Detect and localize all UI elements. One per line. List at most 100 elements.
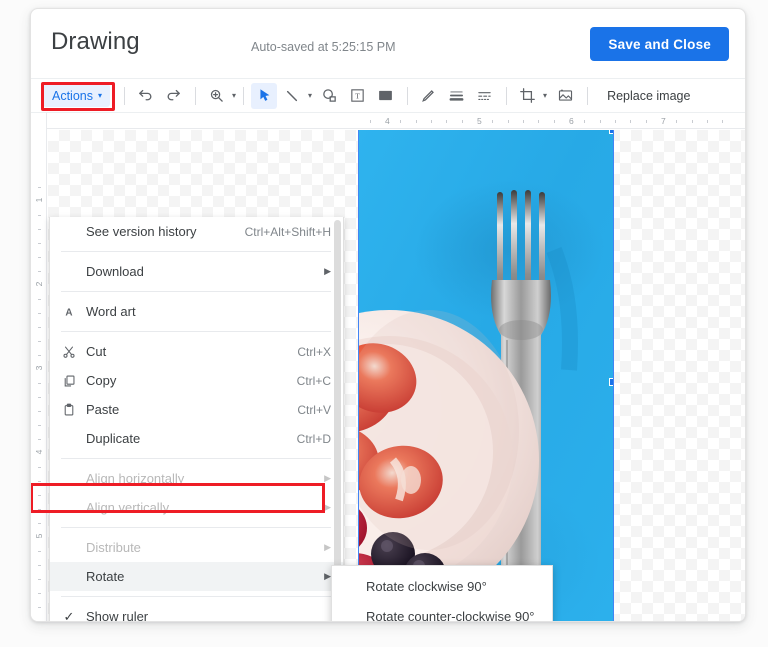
ruler-tick <box>38 523 41 524</box>
ruler-tick <box>38 439 41 440</box>
ruler-tick <box>431 120 432 123</box>
ruler-tick <box>38 299 41 300</box>
resize-handle-top-right[interactable] <box>609 130 613 134</box>
submenu-arrow-icon: ▶ <box>324 473 331 483</box>
vertical-ruler[interactable]: 1 2 3 4 5 <box>31 113 47 621</box>
menu-shortcut: Ctrl+V <box>297 402 331 417</box>
save-and-close-button[interactable]: Save and Close <box>590 27 729 61</box>
work-area: 45678 12345 <box>31 113 745 622</box>
submenu-arrow-icon: ▶ <box>324 542 331 552</box>
ruler-tick <box>400 120 402 123</box>
menu-label: Copy <box>86 373 117 388</box>
zoom-chevron-down-icon[interactable]: ▾ <box>232 91 236 100</box>
ruler-tick <box>38 481 41 482</box>
line-weight-icon[interactable] <box>443 83 469 109</box>
menu-label: Rotate counter-clockwise 90° <box>366 608 535 622</box>
menu-label: Align vertically <box>86 500 170 515</box>
actions-label: Actions <box>52 88 93 103</box>
mask-image-icon[interactable] <box>552 83 578 109</box>
menu-item-align-vertically: Align vertically ▶ <box>50 493 343 522</box>
horizontal-ruler[interactable]: 45678 <box>31 113 745 129</box>
ruler-tick <box>38 579 41 580</box>
ruler-tick <box>553 120 555 123</box>
ruler-tick <box>507 120 509 123</box>
menu-item-rotate-clockwise[interactable]: Rotate clockwise 90° <box>332 571 552 601</box>
toolbar-divider <box>407 86 409 105</box>
page-title: Drawing <box>51 28 140 55</box>
menu-item-cut[interactable]: Cut Ctrl+X <box>50 337 343 366</box>
crop-chevron-down-icon[interactable]: ▾ <box>543 91 547 100</box>
replace-image-button[interactable]: Replace image <box>601 89 696 103</box>
menu-divider <box>61 331 331 332</box>
menu-item-rotate-counter-clockwise[interactable]: Rotate counter-clockwise 90° <box>332 601 552 622</box>
menu-item-word-art[interactable]: A Word art <box>50 297 343 326</box>
ruler-tick <box>630 120 632 123</box>
ruler-number: 2 <box>34 279 44 289</box>
menu-item-rotate[interactable]: Rotate ▶ <box>50 562 343 591</box>
line-chevron-down-icon[interactable]: ▾ <box>308 91 312 100</box>
menu-label: Distribute <box>86 540 141 555</box>
redo-icon[interactable] <box>160 83 186 109</box>
menu-item-paste[interactable]: Paste Ctrl+V <box>50 395 343 424</box>
actions-menu-button[interactable]: Actions ▾ <box>43 84 111 107</box>
drawing-dialog: Drawing Auto-saved at 5:25:15 PM Save an… <box>30 8 746 622</box>
menu-label: Align horizontally <box>86 471 185 486</box>
line-icon[interactable] <box>279 83 305 109</box>
menu-item-download[interactable]: Download ▶ <box>50 257 343 286</box>
submenu-arrow-icon: ▶ <box>324 571 331 581</box>
submenu-arrow-icon: ▶ <box>324 502 331 512</box>
ruler-tick <box>38 341 41 342</box>
chevron-down-icon: ▾ <box>98 91 103 100</box>
ruler-tick <box>38 187 41 188</box>
menu-item-copy[interactable]: Copy Ctrl+C <box>50 366 343 395</box>
selected-image-object[interactable] <box>358 130 614 621</box>
scissors-icon <box>61 344 77 360</box>
menu-item-duplicate[interactable]: Duplicate Ctrl+D <box>50 424 343 453</box>
ruler-number: 4 <box>382 116 393 126</box>
ruler-tick <box>676 120 678 123</box>
ruler-tick <box>461 120 463 123</box>
ruler-tick <box>38 271 41 272</box>
ruler-tick <box>38 593 41 594</box>
autosave-status: Auto-saved at 5:25:15 PM <box>251 40 396 54</box>
ruler-tick <box>584 120 586 123</box>
text-box-icon[interactable]: T <box>344 83 370 109</box>
ruler-tick <box>707 120 708 123</box>
menu-shortcut: Ctrl+C <box>296 373 331 388</box>
food-photo-artwork <box>359 130 613 621</box>
ruler-number: 6 <box>566 116 577 126</box>
toolbar-divider <box>587 86 589 105</box>
menu-label: Show ruler <box>86 609 149 622</box>
ruler-tick <box>38 215 41 216</box>
toolbar-divider <box>506 86 508 105</box>
menu-label: Cut <box>86 344 107 359</box>
shape-icon[interactable] <box>316 83 342 109</box>
menu-item-see-version-history[interactable]: See version history Ctrl+Alt+Shift+H <box>50 217 343 246</box>
ruler-tick <box>415 120 417 123</box>
ruler-tick <box>722 120 724 123</box>
ruler-tick <box>38 327 41 328</box>
menu-divider <box>61 527 331 528</box>
resize-handle-middle-right[interactable] <box>609 378 613 386</box>
zoom-icon[interactable] <box>203 83 229 109</box>
undo-icon[interactable] <box>132 83 158 109</box>
toolbar-divider <box>243 86 245 105</box>
line-dash-icon[interactable] <box>471 83 497 109</box>
menu-item-show-ruler[interactable]: ✓ Show ruler <box>50 602 343 622</box>
pencil-icon[interactable] <box>415 83 441 109</box>
crop-icon[interactable] <box>514 83 540 109</box>
ruler-tick <box>446 120 448 123</box>
menu-divider <box>61 458 331 459</box>
select-cursor-icon[interactable] <box>251 82 278 109</box>
menu-label: Paste <box>86 402 120 417</box>
ruler-tick <box>38 495 41 496</box>
ruler-tick <box>38 607 41 608</box>
menu-divider <box>61 291 331 292</box>
ruler-tick <box>38 397 41 398</box>
ruler-tick <box>38 551 41 552</box>
ruler-tick <box>538 120 540 123</box>
toolbar: Actions ▾ ▾ ▾ T ▾ Replace image <box>31 79 745 113</box>
menu-divider <box>61 596 331 597</box>
image-icon[interactable] <box>372 83 398 109</box>
menu-scrollbar[interactable] <box>334 220 341 615</box>
